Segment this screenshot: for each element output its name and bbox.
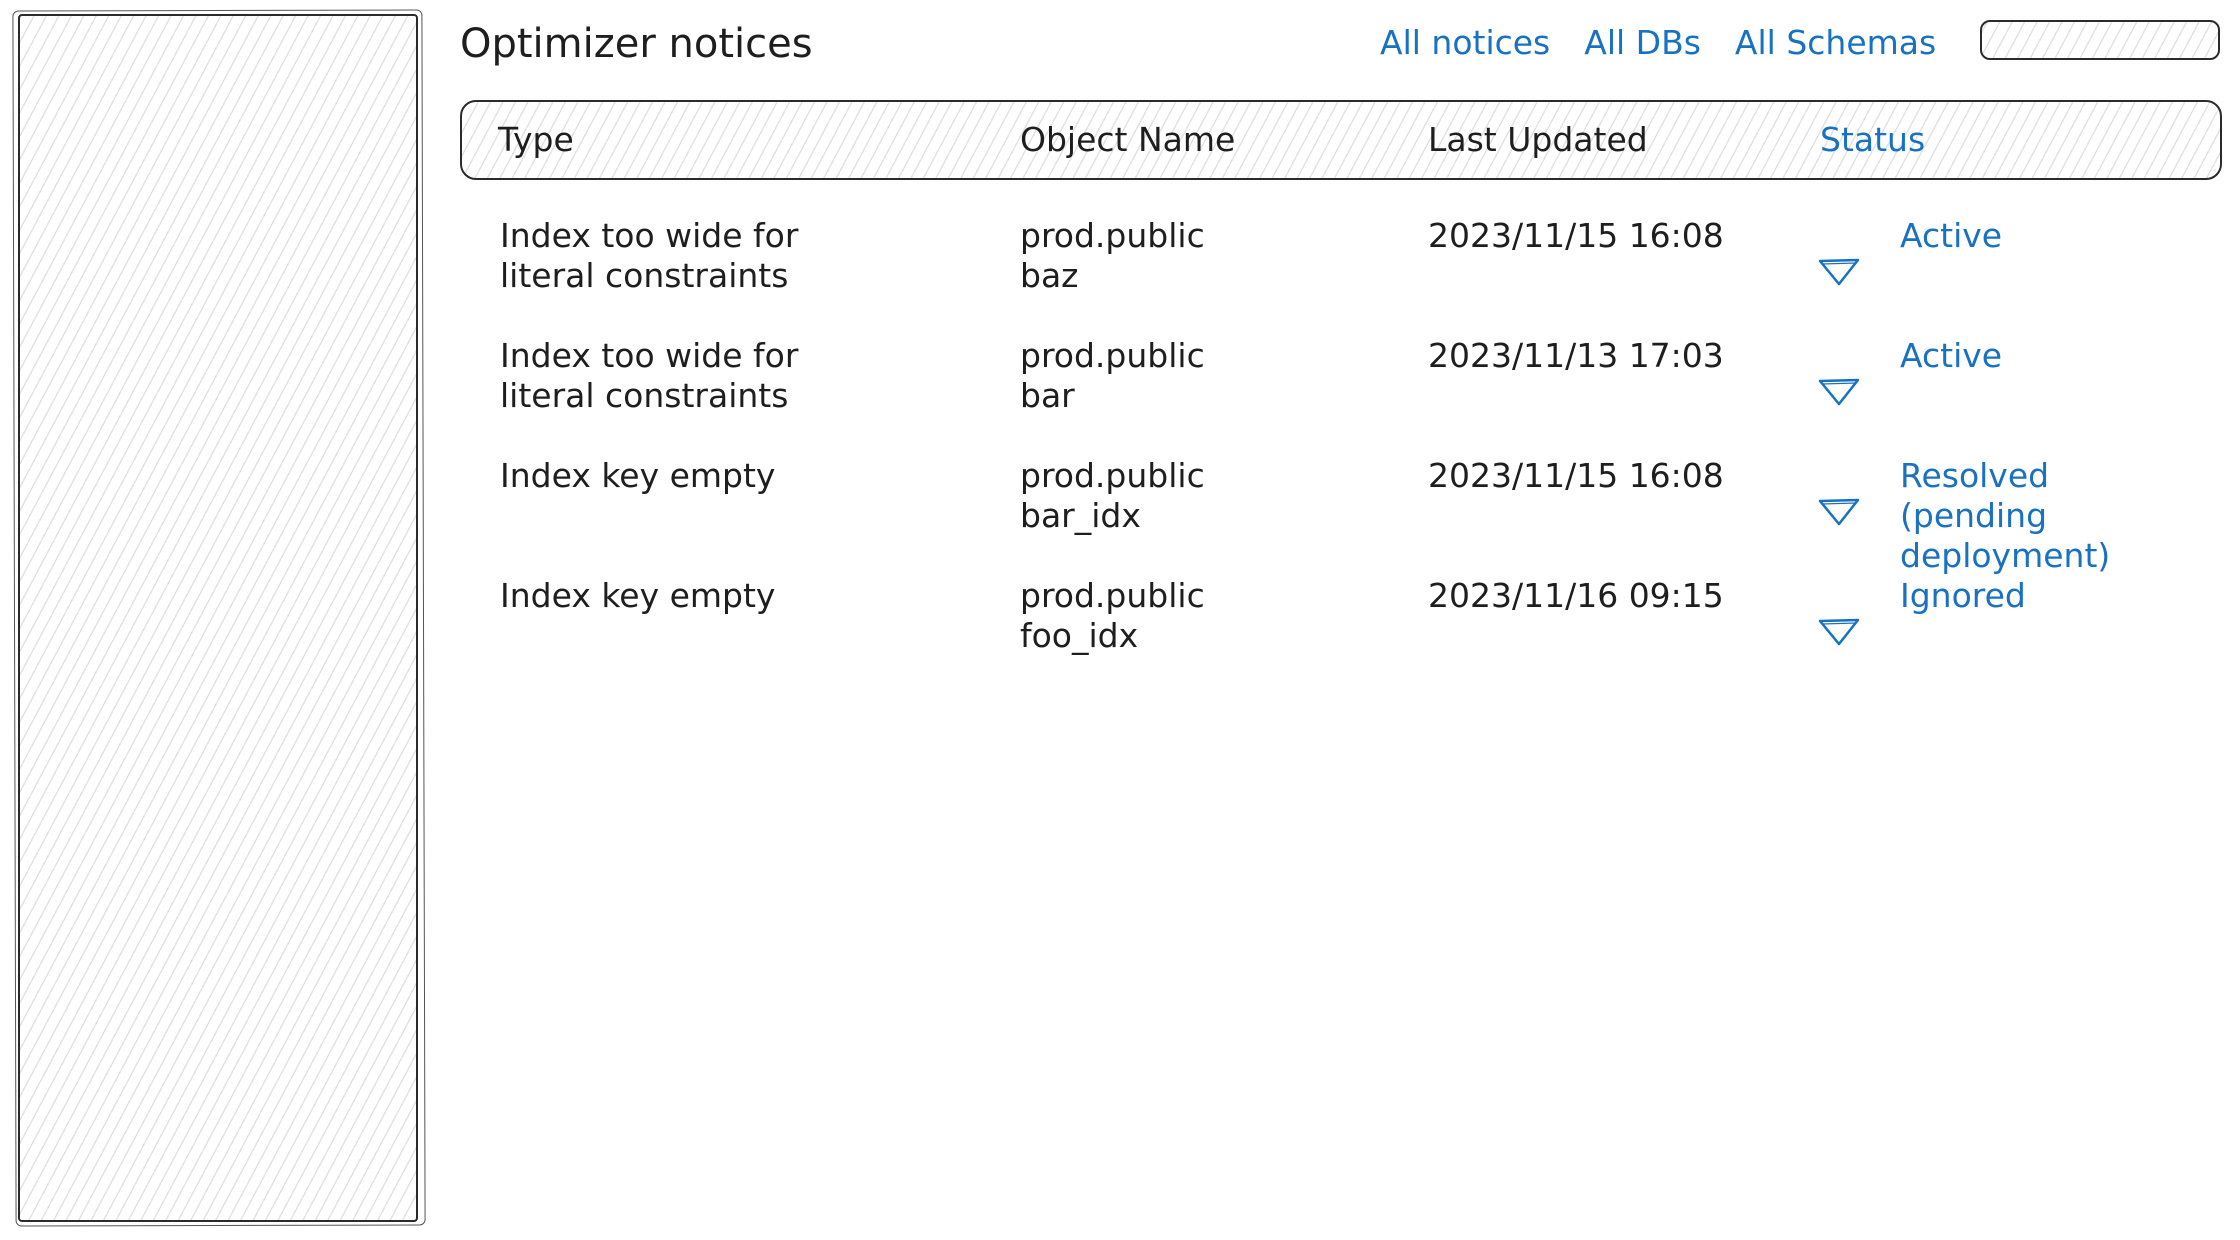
object-name: prod.public foo_idx (1020, 576, 1205, 655)
notice-type: Index key empty (500, 456, 776, 495)
filter-all-schemas-link[interactable]: All Schemas (1735, 23, 1936, 62)
triangle-down-icon[interactable] (1818, 578, 1860, 646)
column-header-type: Type (498, 120, 574, 159)
status-value[interactable]: Active (1900, 216, 2230, 256)
filter-bar: All notices All DBs All Schemas (1380, 14, 1936, 70)
notice-type: Index too wide for literal constraints (500, 216, 799, 295)
last-updated: 2023/11/13 17:03 (1428, 336, 1724, 375)
table-row: Index too wide for literal constraints p… (0, 216, 2240, 336)
table-row: Index too wide for literal constraints p… (0, 336, 2240, 456)
last-updated: 2023/11/15 16:08 (1428, 216, 1724, 255)
status-value[interactable]: Active (1900, 336, 2230, 376)
status-value[interactable]: Ignored (1900, 576, 2230, 616)
column-header-status[interactable]: Status (1820, 116, 1925, 164)
last-updated: 2023/11/16 09:15 (1428, 576, 1724, 615)
object-name: prod.public baz (1020, 216, 1205, 295)
filter-all-dbs-link[interactable]: All DBs (1584, 23, 1701, 62)
table-row: Index key empty prod.public foo_idx 2023… (0, 576, 2240, 696)
table-row: Index key empty prod.public bar_idx 2023… (0, 456, 2240, 576)
triangle-down-icon[interactable] (1818, 338, 1860, 406)
search-input[interactable] (1980, 20, 2220, 60)
triangle-down-icon[interactable] (1818, 458, 1860, 526)
triangle-down-icon[interactable] (1818, 218, 1860, 286)
object-name: prod.public bar (1020, 336, 1205, 415)
notice-type: Index key empty (500, 576, 776, 615)
table-header (460, 100, 2222, 180)
column-header-object-name: Object Name (1020, 120, 1236, 159)
page-title: Optimizer notices (460, 21, 813, 67)
object-name: prod.public bar_idx (1020, 456, 1205, 535)
filter-all-notices-link[interactable]: All notices (1380, 23, 1550, 62)
status-value[interactable]: Resolved (pending deployment) (1900, 456, 2230, 576)
last-updated: 2023/11/15 16:08 (1428, 456, 1724, 495)
column-header-last-updated: Last Updated (1428, 120, 1648, 159)
notice-type: Index too wide for literal constraints (500, 336, 799, 415)
